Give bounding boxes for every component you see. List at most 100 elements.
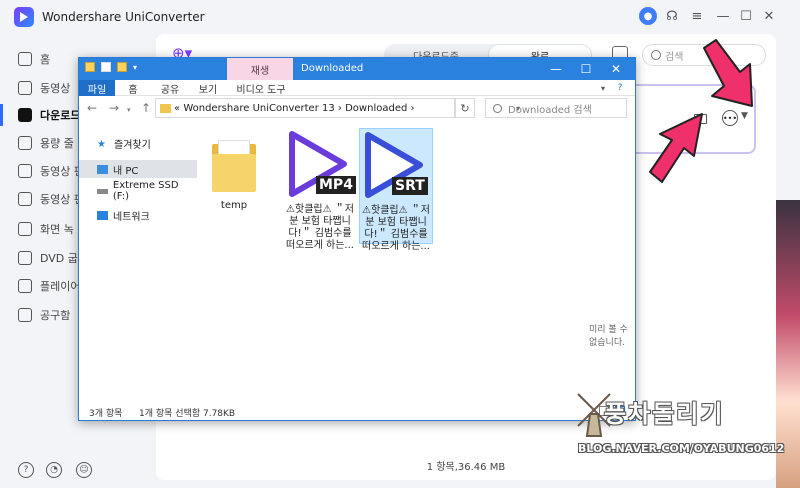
help-icon[interactable]: ? [18,462,34,478]
chevron-down-icon[interactable]: ▼ [741,111,748,121]
breadcrumb-separator[interactable]: › [338,103,342,114]
file-type-badge: SRT [392,177,428,195]
selection-info: 1개 항목 선택함 7.78KB [139,409,236,419]
toolbox-icon [18,308,32,322]
context-tab-play[interactable]: 재생 [227,58,293,80]
arrow-annotation-icon [649,113,703,183]
arrow-annotation-icon [703,39,753,107]
address-row: ← → ▾ ↑ « Wondershare UniConverter 13 › … [79,96,635,122]
scissors-icon [18,164,32,178]
sidebar-item-label: 플레이어 [40,280,81,293]
merge-icon [18,192,32,206]
nav-item-this-pc[interactable]: 내 PC [79,160,197,178]
chevron-down-icon[interactable]: ▾ [133,63,137,72]
sidebar-item-label: 화면 녹 [40,223,74,236]
nav-item-quick-access[interactable]: ★ 즐겨찾기 [79,134,197,152]
nav-item-network[interactable]: 네트워크 [79,206,197,224]
navigation-pane: ★ 즐겨찾기 내 PC Extreme SSD (F:) 네트워크 [79,122,197,392]
file-explorer-window: ▾ 재생 Downloaded — ☐ ✕ 파일 홈 공유 보기 비디오 도구 … [78,57,636,421]
item-count: 3개 항목 [89,409,123,419]
nav-item-label: 즐겨찾기 [114,139,151,151]
video-file-icon: MP4 [284,130,356,200]
file-item-mp4[interactable]: MP4 ⚠핫클립⚠ ＂저 분 보험 타쨉니다!＂ 김범수를 떠오르게 하는... [283,128,357,251]
bell-icon[interactable]: ◔ [46,462,62,478]
forward-icon[interactable]: → [109,101,119,115]
file-name: ⚠핫클립⚠ ＂저 분 보험 타쨉니다!＂ 김범수를 떠오르게 하는... [286,204,354,251]
search-placeholder: Downloaded 검색 [508,104,592,116]
app-title: Wondershare UniConverter [42,10,205,24]
folder-icon [160,104,171,113]
nav-item-extreme-ssd[interactable]: Extreme SSD (F:) [79,180,197,202]
file-name: temp [220,200,248,211]
up-icon[interactable]: ↑ [141,101,151,115]
minimize-icon[interactable]: — [714,7,732,25]
nav-item-label: 네트워크 [113,211,150,223]
help-icon[interactable]: ? [611,80,629,96]
user-icon[interactable]: ● [639,7,657,25]
sidebar-item-label: 공구함 [40,309,71,322]
file-item-folder[interactable]: temp [197,128,271,212]
uniconverter-logo-icon [14,7,34,27]
status-bar: 3개 항목 1개 항목 선택함 7.78KB [79,402,635,420]
disc-icon [18,251,32,265]
sidebar-item-label: 다운로드 [40,109,81,122]
drive-icon [97,188,108,194]
nav-item-label: Extreme SSD (F:) [112,180,179,202]
uniconverter-titlebar: Wondershare UniConverter ● ☊ ≡ — ☐ ✕ [0,0,800,34]
menu-icon[interactable]: ≡ [688,7,706,25]
search-icon [651,50,661,60]
search-icon [493,104,502,113]
download-icon [18,108,32,122]
maximize-icon[interactable]: ☐ [737,7,755,25]
folder-icon [212,140,256,192]
tab-view[interactable]: 보기 [193,80,223,96]
more-options-icon[interactable]: ••• [722,110,738,126]
new-folder-icon[interactable] [117,62,127,72]
home-icon [18,52,32,66]
sidebar-item-label: 용량 줄 [40,137,74,150]
window-title: Downloaded [301,63,364,74]
file-list: temp MP4 ⚠핫클립⚠ ＂저 분 보험 타쨉니다!＂ 김범수를 떠오르게 … [197,122,635,392]
maximize-icon[interactable]: ☐ [571,60,601,78]
breadcrumb-separator[interactable]: › [411,103,415,114]
sidebar-item-label: 홈 [40,53,51,66]
folder-icon [85,62,95,72]
close-icon[interactable]: ✕ [760,7,778,25]
sidebar-item-label: 동영상 [40,82,71,95]
close-icon[interactable]: ✕ [601,60,631,78]
tab-file[interactable]: 파일 [79,80,115,96]
tab-home[interactable]: 홈 [121,80,145,96]
file-type-badge: MP4 [316,176,356,194]
sidebar-item-label: DVD 굽 [40,252,78,265]
breadcrumb-downloaded[interactable]: Downloaded [345,103,407,114]
tab-video-tools[interactable]: 비디오 도구 [233,80,289,96]
feedback-icon[interactable]: ☺ [76,462,92,478]
breadcrumb-uniconverter[interactable]: Wondershare UniConverter 13 [183,103,334,114]
tab-share[interactable]: 공유 [155,80,185,96]
convert-icon [18,81,32,95]
network-icon [97,210,108,220]
file-name: ⚠핫클립⚠ ＂저 분 보험 타쨉니다!＂ 김범수를 떠오르게 하는... [362,205,430,252]
record-icon [18,222,32,236]
expand-ribbon-icon[interactable]: ▾ [597,80,609,96]
headset-icon[interactable]: ☊ [663,7,681,25]
properties-icon[interactable] [101,62,111,72]
breadcrumb-prefix[interactable]: « [174,103,180,114]
ribbon-tabs: 파일 홈 공유 보기 비디오 도구 ▾ ? [79,80,635,96]
watermark: 풍차돌리기 BLOG.NAVER.COM/OYABUNG0612 [574,388,784,468]
subtitle-file-icon: SRT [360,131,432,201]
address-bar[interactable]: « Wondershare UniConverter 13 › Download… [155,98,520,118]
explorer-titlebar: ▾ 재생 Downloaded — ☐ ✕ [79,58,635,80]
minimize-icon[interactable]: — [541,60,571,78]
pc-icon [97,164,108,174]
file-item-srt[interactable]: SRT ⚠핫클립⚠ ＂저 분 보험 타쨉니다!＂ 김범수를 떠오르게 하는... [359,128,433,252]
quick-access-toolbar: ▾ [85,62,137,72]
nav-item-label: 내 PC [113,165,139,177]
back-icon[interactable]: ← [87,101,97,115]
watermark-url: BLOG.NAVER.COM/OYABUNG0612 [578,442,785,455]
search-input[interactable]: Downloaded 검색 [485,98,627,118]
preview-pane-message: 미리 볼 수 없습니다. [589,325,628,348]
recent-locations-icon[interactable]: ▾ [127,106,131,114]
refresh-icon[interactable]: ↻ [455,98,475,118]
star-icon: ★ [97,138,106,150]
